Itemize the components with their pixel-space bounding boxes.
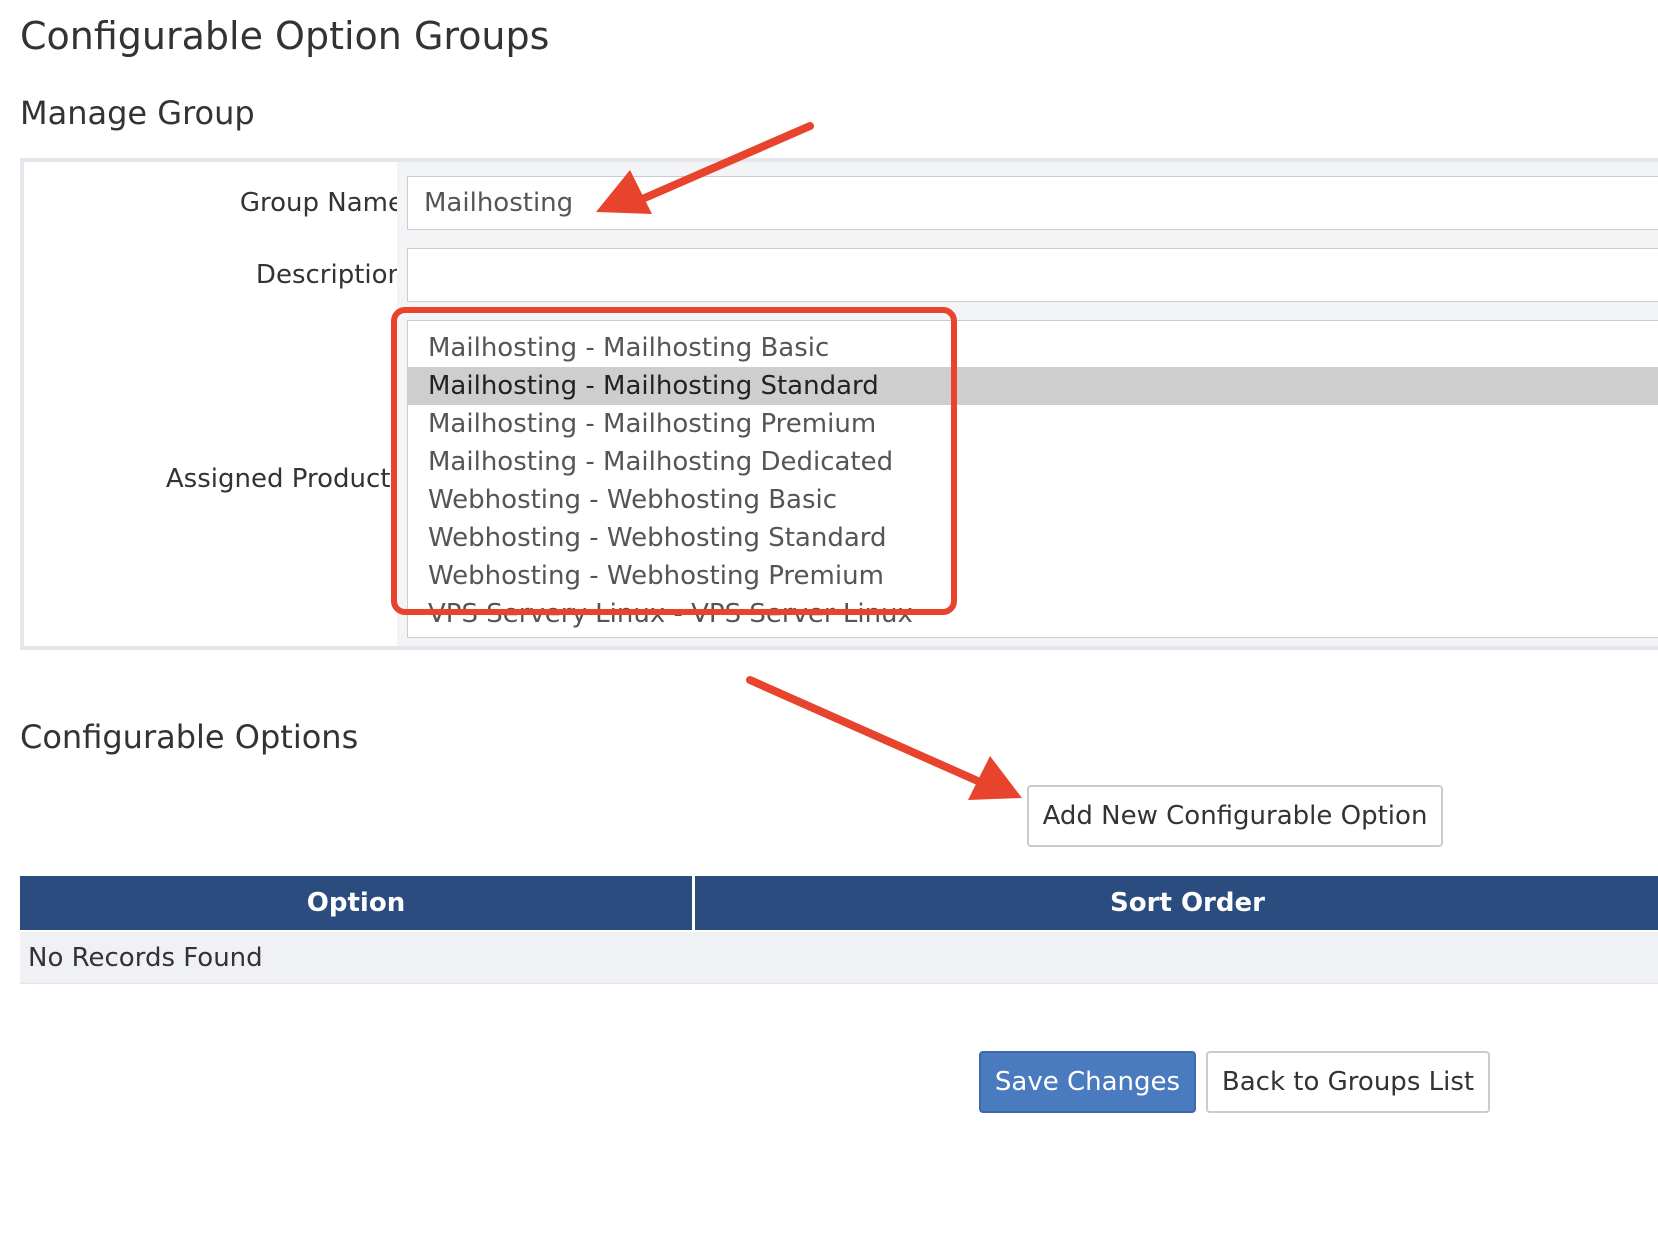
- assigned-product-option[interactable]: Mailhosting - Mailhosting Dedicated: [408, 443, 1658, 481]
- add-configurable-option-button[interactable]: Add New Configurable Option: [1027, 785, 1443, 847]
- manage-group-form: Group Name Description Assigned Products…: [20, 158, 1658, 650]
- back-to-groups-list-button[interactable]: Back to Groups List: [1206, 1051, 1490, 1113]
- manage-group-heading: Manage Group: [20, 94, 255, 132]
- annotation-arrow-add-button: [746, 676, 1022, 800]
- assigned-products-select[interactable]: Mailhosting - Mailhosting Basic Mailhosti…: [407, 320, 1658, 638]
- form-label-column: Group Name Description Assigned Products: [24, 162, 404, 646]
- page-title: Configurable Option Groups: [20, 14, 550, 58]
- group-name-label: Group Name: [239, 188, 404, 218]
- table-header-option[interactable]: Option: [20, 876, 692, 930]
- description-label: Description: [255, 260, 404, 290]
- table-header-sort-order[interactable]: Sort Order: [695, 876, 1658, 930]
- assigned-product-option[interactable]: Mailhosting - Mailhosting Premium: [408, 405, 1658, 443]
- save-changes-button[interactable]: Save Changes: [979, 1051, 1196, 1113]
- table-empty-row: No Records Found: [20, 932, 1658, 984]
- group-name-input[interactable]: Mailhosting: [407, 176, 1658, 230]
- assigned-product-option[interactable]: Webhosting - Webhosting Standard: [408, 519, 1658, 557]
- description-input[interactable]: [407, 248, 1658, 302]
- assigned-products-options: Mailhosting - Mailhosting Basic Mailhosti…: [408, 329, 1658, 633]
- form-field-column: Mailhosting Mailhosting - Mailhosting Ba…: [397, 162, 1658, 646]
- assigned-product-option[interactable]: Mailhosting - Mailhosting Standard: [408, 367, 1658, 405]
- assigned-product-option[interactable]: VPS Servery Linux - VPS Server Linux: [408, 595, 1658, 633]
- assigned-product-option[interactable]: Mailhosting - Mailhosting Basic: [408, 329, 1658, 367]
- assigned-product-option[interactable]: Webhosting - Webhosting Premium: [408, 557, 1658, 595]
- assigned-product-option[interactable]: Webhosting - Webhosting Basic: [408, 481, 1658, 519]
- assigned-products-label: Assigned Products: [165, 464, 404, 494]
- configurable-options-heading: Configurable Options: [20, 718, 359, 756]
